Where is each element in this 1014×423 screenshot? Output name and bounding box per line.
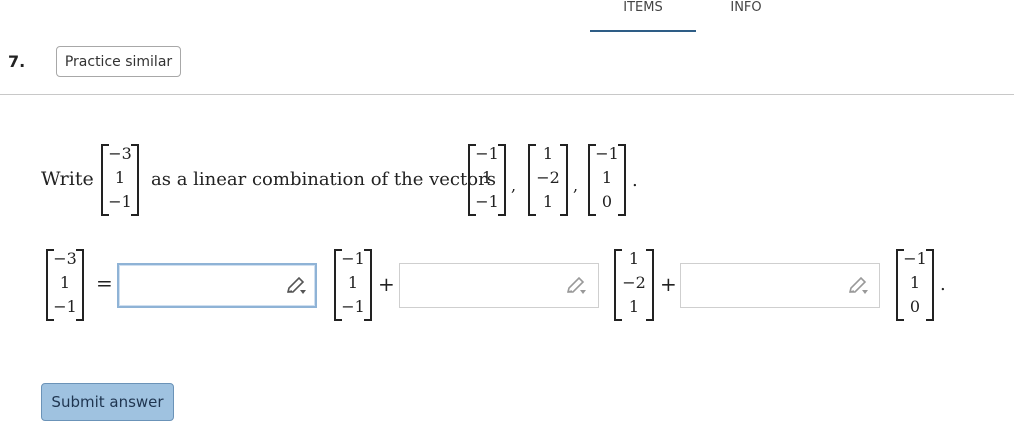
pencil-icon[interactable] (566, 276, 588, 296)
comma: , (573, 176, 579, 195)
practice-similar-button[interactable]: Practice similar (56, 46, 181, 77)
question-number: 7. (8, 52, 26, 71)
vector-entry: 1 (628, 249, 640, 268)
basis-vector-1: −1 1 −1 (468, 144, 506, 216)
coefficient-vector-2: 1 −2 1 (614, 249, 654, 321)
vector-entry: 1 (542, 144, 554, 163)
vector-entry: 1 (114, 168, 126, 187)
plus-sign: + (378, 272, 395, 296)
basis-vector-3: −1 1 0 (588, 144, 626, 216)
vector-entry: 0 (601, 192, 613, 211)
vector-entry: 1 (601, 168, 613, 187)
target-vector: −3 1 −1 (101, 144, 139, 216)
pencil-icon[interactable] (286, 276, 308, 296)
vector-entry: 1 (542, 192, 554, 211)
vector-entry: −1 (475, 144, 499, 163)
vector-entry: 0 (909, 297, 921, 316)
divider (0, 94, 1014, 95)
vector-entry: −2 (536, 168, 560, 187)
tab-items[interactable]: ITEMS (590, 0, 696, 32)
vector-entry: 1 (628, 297, 640, 316)
vector-entry: −3 (53, 249, 77, 268)
prompt-write: Write (41, 168, 94, 190)
vector-entry: 1 (481, 168, 493, 187)
period: . (940, 274, 946, 295)
period: . (632, 170, 638, 191)
tab-info-label: INFO (730, 0, 762, 15)
vector-entry: −1 (341, 297, 365, 316)
coefficient-vector-3: −1 1 0 (896, 249, 934, 321)
tab-info[interactable]: INFO (710, 0, 782, 30)
vector-entry: −1 (53, 297, 77, 316)
vector-entry: −2 (622, 273, 646, 292)
comma: , (511, 176, 517, 195)
vector-entry: 1 (909, 273, 921, 292)
submit-answer-button[interactable]: Submit answer (41, 383, 174, 421)
vector-entry: −3 (108, 144, 132, 163)
plus-sign: + (660, 272, 677, 296)
vector-entry: −1 (475, 192, 499, 211)
vector-entry: 1 (59, 273, 71, 292)
pencil-icon[interactable] (848, 276, 870, 296)
lhs-vector: −3 1 −1 (46, 249, 84, 321)
equals-sign: = (96, 271, 113, 295)
prompt-middle: as a linear combination of the vectors (151, 169, 496, 190)
vector-entry: −1 (595, 144, 619, 163)
coefficient-vector-1: −1 1 −1 (334, 249, 372, 321)
vector-entry: −1 (903, 249, 927, 268)
vector-entry: 1 (347, 273, 359, 292)
tab-items-label: ITEMS (623, 0, 663, 15)
vector-entry: −1 (108, 192, 132, 211)
basis-vector-2: 1 −2 1 (528, 144, 568, 216)
vector-entry: −1 (341, 249, 365, 268)
